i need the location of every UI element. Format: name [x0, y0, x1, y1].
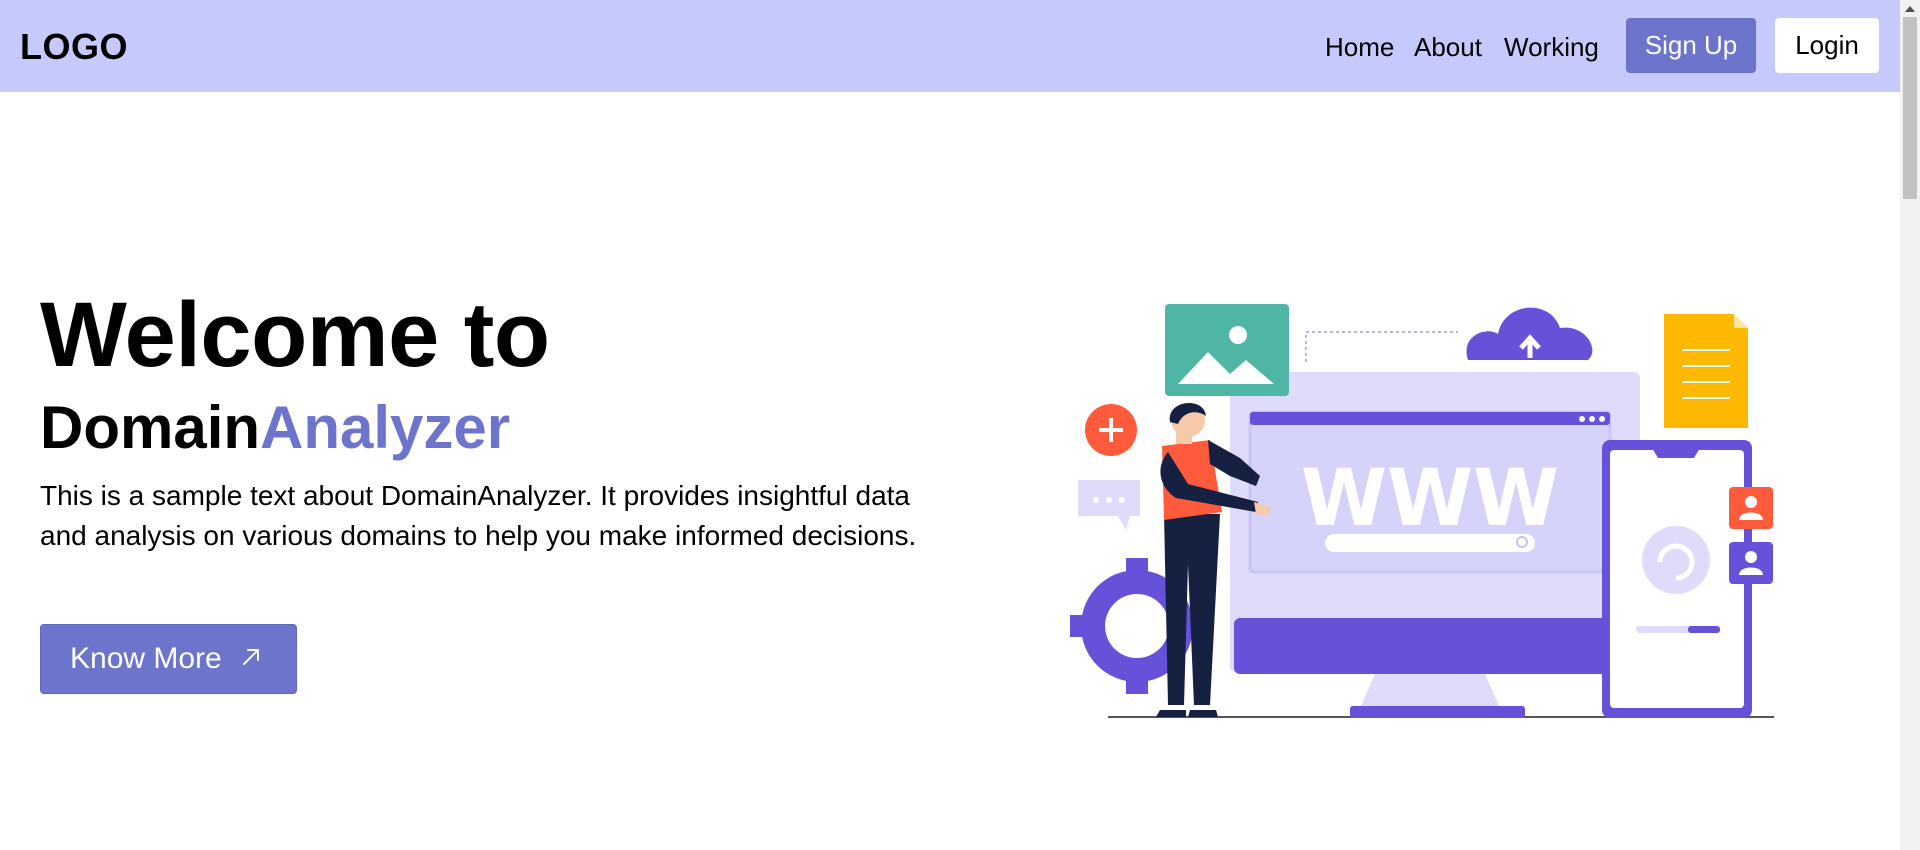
- cloud-upload-icon: [1305, 307, 1593, 362]
- logo[interactable]: LOGO: [20, 26, 128, 68]
- hero-title: Welcome to: [40, 284, 550, 386]
- scroll-up-arrow-icon[interactable]: [1900, 0, 1920, 17]
- login-button[interactable]: Login: [1775, 18, 1879, 73]
- brand-name-part2: Analyzer: [260, 394, 511, 461]
- nav-working[interactable]: Working: [1504, 30, 1599, 64]
- site-header: LOGO Home About Working Sign Up Login: [0, 0, 1900, 92]
- know-more-label: Know More: [70, 642, 222, 675]
- brand-name-part1: Domain: [40, 394, 261, 461]
- hero-illustration: WWW: [1070, 304, 1774, 718]
- signup-button[interactable]: Sign Up: [1626, 18, 1756, 73]
- arrow-up-right-icon: [240, 642, 262, 676]
- plus-icon: [1085, 404, 1137, 456]
- user-badge-icon: [1729, 487, 1773, 529]
- chat-bubble-icon: [1078, 480, 1140, 530]
- user-badge-icon: [1729, 542, 1773, 584]
- www-text: WWW: [1301, 454, 1559, 544]
- brand-heading: DomainAnalyzer: [40, 392, 510, 464]
- monitor: WWW: [1230, 372, 1644, 718]
- nav-about[interactable]: About: [1414, 30, 1482, 64]
- document-icon: [1664, 314, 1748, 428]
- nav-home[interactable]: Home: [1325, 30, 1394, 64]
- know-more-button[interactable]: Know More: [40, 624, 297, 694]
- hero-description: This is a sample text about DomainAnalyz…: [40, 480, 917, 551]
- image-icon: [1165, 304, 1289, 396]
- scrollbar[interactable]: [1900, 0, 1920, 850]
- scrollbar-thumb[interactable]: [1903, 17, 1917, 199]
